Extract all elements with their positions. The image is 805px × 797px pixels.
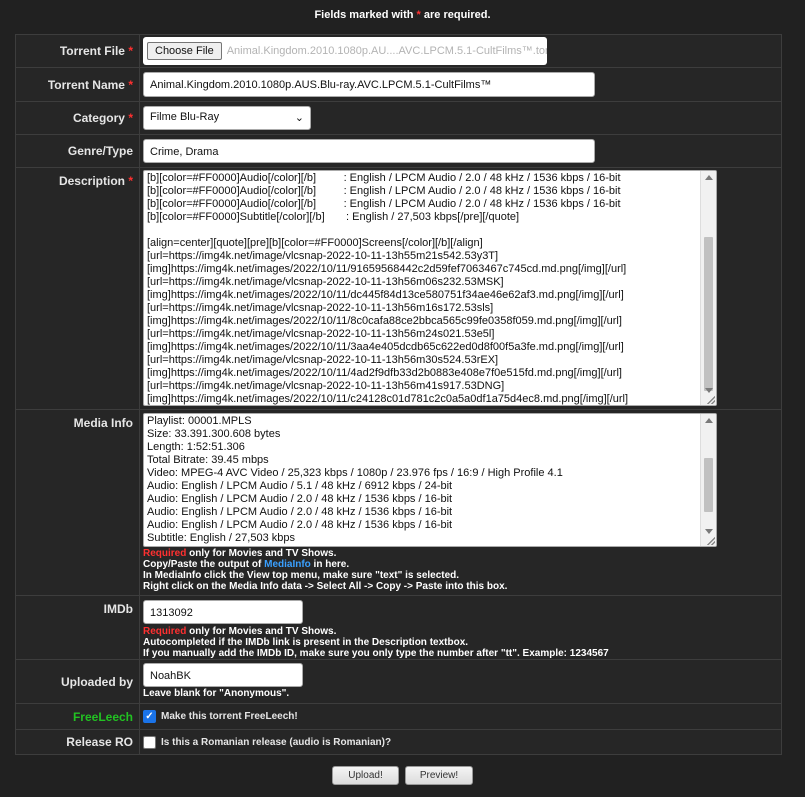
media-info-scrollbar[interactable] <box>700 414 716 546</box>
media-info-line: Subtitle: English / 27,503 kbps <box>147 532 295 544</box>
description-line: [url=https://img4k.net/image/vlcsnap-202… <box>147 302 494 314</box>
media-info-line: Total Bitrate: 39.45 mbps <box>147 454 269 466</box>
notice-text: Fields marked with <box>314 9 417 21</box>
description-line: [img]https://img4k.net/images/2022/10/11… <box>147 315 622 327</box>
media-info-line: Audio: English / LPCM Audio / 2.0 / 48 k… <box>147 493 453 505</box>
description-line: [b][color=#FF0000]Audio[/color][/b] : En… <box>147 198 621 210</box>
upload-button[interactable]: Upload! <box>332 766 399 785</box>
required-fields-notice: Fields marked with * are required. <box>0 9 805 21</box>
description-line: [url=https://img4k.net/image/vlcsnap-202… <box>147 328 495 340</box>
description-line: [img]https://img4k.net/images/2022/10/11… <box>147 341 624 353</box>
genre-input[interactable]: Crime, Drama <box>143 139 595 163</box>
description-text: [b][color=#FF0000]Audio[/color][/b] : En… <box>144 171 716 405</box>
chevron-down-icon: ⌄ <box>294 112 304 124</box>
description-textarea[interactable]: [b][color=#FF0000]Audio[/color][/b] : En… <box>143 170 717 406</box>
media-info-line: Size: 33.391.300.608 bytes <box>147 428 281 440</box>
description-line: [img]https://img4k.net/images/2022/10/11… <box>147 367 622 379</box>
scroll-up-icon[interactable] <box>705 175 713 180</box>
description-line: [url=https://img4k.net/image/vlcsnap-202… <box>147 276 504 288</box>
category-selected-value: Filme Blu-Ray <box>150 111 220 123</box>
release-ro-text: Is this a Romanian release (audio is Rom… <box>161 736 392 748</box>
imdb-label: IMDb <box>15 595 140 660</box>
description-line: [b][color=#FF0000]Audio[/color][/b] : En… <box>147 172 621 184</box>
description-line: [b][color=#FF0000]Audio[/color][/b] : En… <box>147 185 621 197</box>
uploaded-by-label: Uploaded by <box>15 659 140 704</box>
media-info-line: Audio: English / LPCM Audio / 2.0 / 48 k… <box>147 506 453 518</box>
media-info-help: Required only for Movies and TV Shows. C… <box>143 548 508 592</box>
resize-handle-icon[interactable] <box>707 537 715 545</box>
imdb-help: Required only for Movies and TV Shows. A… <box>143 626 609 659</box>
description-line: [url=https://img4k.net/image/vlcsnap-202… <box>147 250 499 262</box>
torrent-name-input[interactable]: Animal.Kingdom.2010.1080p.AUS.Blu-ray.AV… <box>143 72 595 97</box>
scroll-down-icon[interactable] <box>705 388 713 393</box>
scroll-down-icon[interactable] <box>705 529 713 534</box>
freeleech-text: Make this torrent FreeLeech! <box>161 711 298 722</box>
scroll-thumb[interactable] <box>704 237 713 391</box>
preview-button[interactable]: Preview! <box>405 766 473 785</box>
category-select[interactable]: Filme Blu-Ray ⌄ <box>143 106 311 130</box>
description-line: [b][color=#FF0000]Subtitle[/color][/b] :… <box>147 211 520 223</box>
media-info-line: Length: 1:52:51.306 <box>147 441 245 453</box>
media-info-label: Media Info <box>15 409 140 596</box>
media-info-line: Audio: English / LPCM Audio / 5.1 / 48 k… <box>147 480 453 492</box>
description-line: [img]https://img4k.net/images/2022/10/11… <box>147 289 624 301</box>
torrent-name-label: Torrent Name * <box>15 67 140 102</box>
imdb-input[interactable]: 1313092 <box>143 600 303 624</box>
media-info-text: Playlist: 00001.MPLS Size: 33.391.300.608… <box>144 414 716 545</box>
description-line: [url=https://img4k.net/image/vlcsnap-202… <box>147 380 505 392</box>
release-ro-checkbox[interactable] <box>143 735 156 749</box>
upload-form: Torrent File * Choose File Animal.Kingdo… <box>15 34 782 755</box>
resize-handle-icon[interactable] <box>707 396 715 404</box>
description-scrollbar[interactable] <box>700 171 716 405</box>
uploaded-by-help: Leave blank for "Anonymous". <box>143 688 290 699</box>
description-line <box>147 224 698 237</box>
media-info-textarea[interactable]: Playlist: 00001.MPLS Size: 33.391.300.608… <box>143 413 717 547</box>
notice-text-end: are required. <box>420 9 491 21</box>
description-line: [img]https://img4k.net/images/2022/10/11… <box>147 263 627 275</box>
freeleech-label: FreeLeech <box>15 703 140 730</box>
scroll-thumb[interactable] <box>704 458 713 512</box>
media-info-line: Video: MPEG-4 AVC Video / 25,323 kbps / … <box>147 467 563 479</box>
description-label: Description * <box>15 167 140 410</box>
uploaded-by-input[interactable]: NoahBK <box>143 663 303 687</box>
media-info-line: Playlist: 00001.MPLS <box>147 415 252 427</box>
form-buttons: Upload! Preview! <box>0 766 805 785</box>
scroll-up-icon[interactable] <box>705 418 713 423</box>
category-label: Category * <box>15 101 140 135</box>
release-ro-label: Release RO <box>15 729 140 755</box>
torrent-file-input[interactable]: Choose File Animal.Kingdom.2010.1080p.AU… <box>143 37 547 65</box>
description-line: [img]https://img4k.net/images/2022/10/11… <box>147 393 629 405</box>
mediainfo-link[interactable]: MediaInfo <box>264 559 311 570</box>
media-info-line: Audio: English / LPCM Audio / 2.0 / 48 k… <box>147 519 453 531</box>
release-ro-option[interactable]: Is this a Romanian release (audio is Rom… <box>143 735 781 749</box>
selected-file-name: Animal.Kingdom.2010.1080p.AU....AVC.LPCM… <box>226 45 547 57</box>
description-line: [align=center][quote][pre][b][color=#FF0… <box>147 237 483 249</box>
freeleech-checkbox[interactable]: ✓ <box>143 710 156 723</box>
genre-label: Genre/Type <box>15 134 140 168</box>
freeleech-option[interactable]: ✓ Make this torrent FreeLeech! <box>143 710 781 723</box>
torrent-file-label: Torrent File * <box>15 34 140 68</box>
description-line: [url=https://img4k.net/image/vlcsnap-202… <box>147 354 499 366</box>
choose-file-button[interactable]: Choose File <box>147 42 222 60</box>
